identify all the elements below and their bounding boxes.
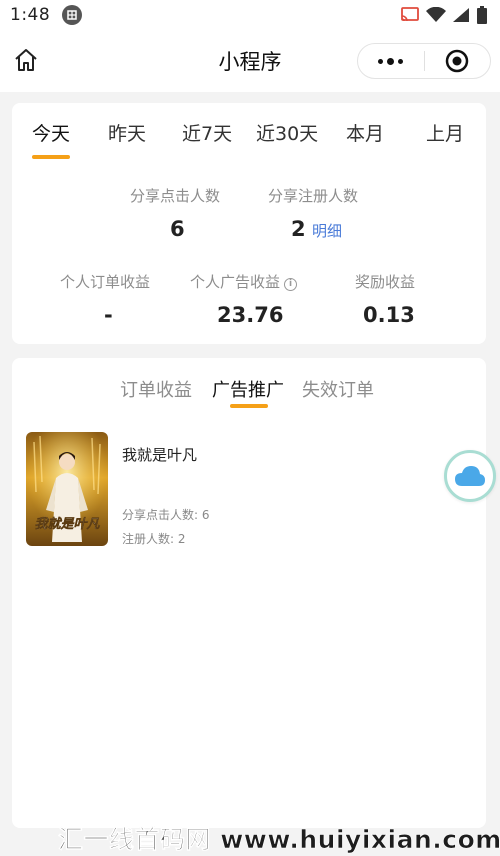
- tab-7-days[interactable]: 近7天: [182, 119, 232, 146]
- order-income-value: -: [104, 303, 113, 327]
- item-title[interactable]: 我就是叶凡: [122, 444, 197, 465]
- detail-link[interactable]: 明细: [312, 220, 342, 241]
- order-income-label: 个人订单收益: [60, 273, 151, 291]
- promotion-card: 订单收益 广告推广 失效订单 我就是叶凡 我就是叶凡 分享点击人数: 6 注册人…: [12, 358, 486, 828]
- svg-text:我就是叶凡: 我就是叶凡: [34, 516, 100, 532]
- ad-income-label: 个人广告收益 i: [190, 271, 298, 292]
- tab-this-month[interactable]: 本月: [346, 119, 384, 146]
- item-cover-image[interactable]: 我就是叶凡: [26, 432, 108, 546]
- home-button[interactable]: [12, 46, 40, 74]
- more-dots-icon: [378, 57, 404, 65]
- tab-30-days[interactable]: 近30天: [256, 119, 318, 146]
- tab-yesterday[interactable]: 昨天: [108, 119, 146, 146]
- tab-today[interactable]: 今天: [32, 119, 70, 146]
- share-registers-value: 2: [291, 217, 306, 241]
- tab-last-month[interactable]: 上月: [426, 119, 464, 146]
- watermark: 汇一线首码网 www.huiyixian.com: [58, 825, 500, 855]
- reward-income-value: 0.13: [363, 303, 415, 327]
- share-registers-label: 分享注册人数: [268, 187, 359, 205]
- item-share-clicks: 分享点击人数: 6: [122, 508, 210, 522]
- app-icon: [62, 5, 83, 25]
- share-clicks-label: 分享点击人数: [130, 187, 221, 205]
- battery-icon: [477, 6, 487, 24]
- status-bar: 1:48: [0, 0, 500, 30]
- capsule-menu: [357, 43, 491, 79]
- signal-icon: [453, 8, 469, 22]
- cloud-icon: [455, 466, 485, 486]
- reward-income-label: 奖励收益: [355, 273, 416, 291]
- ad-income-value: 23.76: [217, 303, 284, 327]
- ad-income-label-text: 个人广告收益: [190, 273, 281, 291]
- tab-invalid-orders[interactable]: 失效订单: [302, 376, 374, 402]
- period-tabs: 今天 昨天 近7天 近30天 本月 上月: [12, 103, 486, 163]
- stats-card: 今天 昨天 近7天 近30天 本月 上月 分享点击人数 6 分享注册人数 2 明…: [12, 103, 486, 344]
- item-registers: 注册人数: 2: [122, 532, 186, 546]
- cast-icon: [401, 7, 419, 22]
- tab-ad-promotion[interactable]: 广告推广: [212, 376, 284, 402]
- info-icon[interactable]: i: [284, 278, 298, 291]
- status-time: 1:48: [10, 5, 51, 25]
- home-icon: [15, 49, 37, 71]
- floating-cloud-button[interactable]: [444, 450, 496, 502]
- nav-bar: 小程序: [0, 30, 500, 92]
- share-clicks-value: 6: [170, 217, 185, 241]
- list-tab-indicator: [230, 404, 268, 408]
- wifi-icon: [426, 7, 446, 22]
- status-icons: [400, 6, 488, 24]
- more-button[interactable]: [358, 44, 424, 78]
- close-button[interactable]: [425, 44, 491, 78]
- tab-order-income[interactable]: 订单收益: [120, 376, 192, 402]
- active-tab-indicator: [32, 155, 70, 159]
- target-close-icon: [446, 49, 469, 73]
